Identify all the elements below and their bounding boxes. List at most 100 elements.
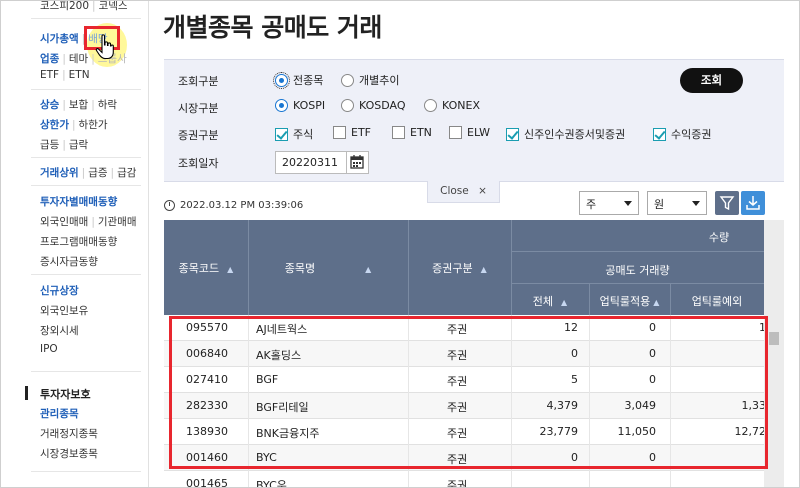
sidebar-divider	[31, 471, 141, 472]
radio-kosdaq[interactable]: KOSDAQ	[341, 99, 406, 112]
sidebar-item-institution-trading[interactable]: 기관매매	[98, 214, 137, 229]
sidebar-item-foreign-trading[interactable]: 외국인매매	[40, 214, 88, 229]
checkbox-warrants-box[interactable]	[506, 127, 519, 141]
sidebar-item-rise[interactable]: 상승	[40, 97, 59, 112]
sidebar-item-etn[interactable]: ETN	[69, 69, 90, 81]
sidebar-divider	[31, 18, 141, 19]
sidebar-row-9: 외국인매매 | 기관매매	[40, 214, 137, 229]
sidebar-item-volume-drop[interactable]: 급감	[117, 165, 136, 180]
cell-name[interactable]: BYC우	[256, 477, 287, 487]
sidebar-item-upper-limit[interactable]: 상한가	[40, 117, 69, 132]
checkbox-stock[interactable]: 주식	[275, 126, 313, 142]
sort-icon: ▲	[227, 264, 234, 274]
checkbox-etf-box[interactable]	[333, 126, 346, 139]
radio-konex-indicator[interactable]	[424, 99, 437, 112]
close-icon: ×	[478, 185, 487, 197]
table-header: 종목코드 ▲ 종목명 ▲ 증권구분 ▲ 수량 공매도 거래량 전체 ▲ 업틱룰적용 ▲ 업…	[164, 220, 784, 315]
sidebar-row-index: 코스피200 | 코넥스	[40, 0, 128, 13]
sidebar-item-surge[interactable]: 급등	[40, 137, 59, 152]
sidebar-item-suspended-stocks[interactable]: 거래정지종목	[40, 426, 98, 441]
table-row[interactable]: 001465 BYC우 주권	[164, 471, 764, 488]
radio-kospi-indicator[interactable]	[275, 99, 288, 112]
checkbox-etn-box[interactable]	[392, 126, 405, 139]
sidebar-item-managed-stocks[interactable]: 관리종목	[40, 406, 79, 421]
header-uptick-applied[interactable]: 업틱룰적용 ▲	[589, 293, 670, 309]
radio-all-stocks[interactable]: 전종목	[273, 71, 324, 89]
radio-individual-trend[interactable]: 개별추이	[341, 72, 399, 88]
security-type-label: 증권구분	[178, 129, 219, 142]
sidebar-item-program-trading[interactable]: 프로그램매매동향	[40, 234, 117, 249]
sidebar-row-3: ETF | ETN	[40, 69, 90, 81]
sidebar-item-etf[interactable]: ETF	[40, 69, 59, 81]
checkbox-etf-label: ETF	[351, 126, 371, 139]
checkbox-elw-box[interactable]	[449, 126, 462, 139]
sidebar-item-new-listing[interactable]: 신규상장	[40, 283, 79, 298]
sidebar-item-ipo[interactable]: IPO	[40, 343, 58, 355]
calendar-button[interactable]	[347, 151, 369, 174]
sidebar-item-market-alert-stocks[interactable]: 시장경보종목	[40, 446, 98, 461]
close-filter-tab[interactable]: Close ×	[427, 181, 500, 203]
radio-kospi-label: KOSPI	[293, 99, 326, 112]
sidebar-item-volume-surge[interactable]: 급증	[88, 165, 107, 180]
chevron-down-icon	[624, 201, 632, 206]
download-icon	[746, 196, 760, 210]
checkbox-beneficiary-box[interactable]	[653, 127, 666, 141]
header-name[interactable]: 종목명 ▲	[248, 260, 408, 276]
checkbox-etn-label: ETN	[410, 126, 432, 139]
filter-icon	[719, 196, 735, 211]
sidebar-item-otc-price[interactable]: 장외시세	[40, 323, 79, 338]
page-title: 개별종목 공매도 거래	[163, 13, 382, 42]
checkbox-etn[interactable]: ETN	[392, 126, 432, 139]
header-code[interactable]: 종목코드 ▲	[164, 260, 248, 276]
quantity-unit-select[interactable]: 주	[579, 191, 639, 215]
checkbox-warrants[interactable]: 신주인수권증서및증권	[506, 126, 625, 142]
sidebar-item-fall[interactable]: 하락	[98, 97, 117, 112]
amount-unit-select[interactable]: 원	[647, 191, 707, 215]
header-uptick-exempt[interactable]: 업틱룰예외	[670, 293, 764, 309]
filter-button[interactable]	[715, 191, 739, 215]
sidebar-item-market-cap[interactable]: 시가총액	[40, 31, 79, 46]
sidebar-item-foreign-holding[interactable]: 외국인보유	[40, 303, 88, 318]
sidebar-item-plunge[interactable]: 급락	[69, 137, 88, 152]
highlight-box	[169, 316, 768, 469]
radio-konex[interactable]: KONEX	[424, 99, 480, 112]
checkbox-stock-box[interactable]	[275, 127, 288, 141]
checkbox-elw[interactable]: ELW	[449, 126, 490, 139]
sidebar-item-top-volume[interactable]: 거래상위	[40, 165, 79, 180]
sidebar-item-flat[interactable]: 보합	[69, 97, 88, 112]
header-type[interactable]: 증권구분 ▲	[408, 260, 511, 276]
checkbox-warrants-label: 신주인수권증서및증권	[524, 128, 626, 141]
sidebar-item-lower-limit[interactable]: 하한가	[79, 117, 108, 132]
sidebar-item-fund-flow[interactable]: 증시자금동향	[40, 254, 98, 269]
cell-type: 주권	[447, 479, 468, 488]
sidebar-item-kospi200[interactable]: 코스피200	[40, 1, 89, 13]
radio-kosdaq-indicator[interactable]	[341, 99, 354, 112]
cell-code: 001465	[186, 477, 228, 488]
date-label: 조회일자	[178, 157, 219, 170]
checkbox-stock-label: 주식	[293, 128, 314, 141]
sidebar-item-industry[interactable]: 업종	[40, 51, 59, 66]
search-button[interactable]: 조회	[680, 68, 743, 93]
sidebar-row-4: 상승 | 보합 | 하락	[40, 97, 118, 112]
calendar-icon	[350, 155, 364, 169]
scrollbar-thumb[interactable]	[769, 332, 779, 345]
checkbox-etf[interactable]: ETF	[333, 126, 371, 139]
checkbox-beneficiary-certificates[interactable]: 수익증권	[653, 126, 711, 142]
sidebar-divider	[31, 157, 141, 158]
header-total[interactable]: 전체 ▲	[511, 293, 589, 309]
filter-panel: 조회구분 전종목 개별추이 시장구분 KOSPI KOSDAQ KONEX 증권…	[164, 59, 784, 182]
section-accent-bar	[25, 386, 28, 400]
header-name-label: 종목명	[284, 262, 316, 275]
radio-kospi[interactable]: KOSPI	[275, 99, 325, 112]
sort-icon: ▲	[480, 264, 487, 274]
header-type-label: 증권구분	[432, 262, 473, 275]
radio-all-stocks-label: 전종목	[293, 74, 324, 87]
sidebar-item-konex[interactable]: 코넥스	[99, 1, 128, 13]
date-input[interactable]	[275, 151, 347, 174]
download-button[interactable]	[741, 191, 765, 215]
sidebar-item-investor-trend[interactable]: 투자자별매매동향	[40, 194, 117, 209]
radio-all-stocks-indicator[interactable]	[273, 71, 290, 89]
clock-icon	[164, 200, 175, 211]
radio-individual-trend-indicator[interactable]	[341, 73, 354, 87]
sidebar-item-theme[interactable]: 테마	[69, 51, 88, 66]
